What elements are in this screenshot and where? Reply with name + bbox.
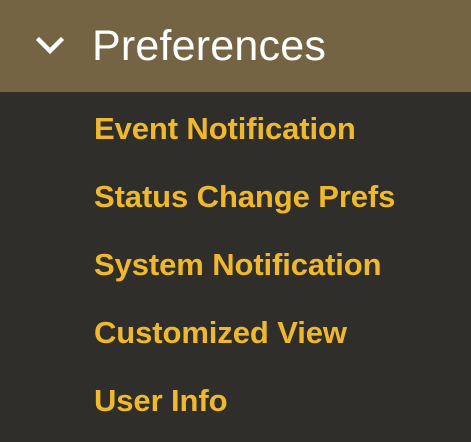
preferences-section-header[interactable]: Preferences (0, 0, 471, 92)
user-info-link[interactable]: User Info (94, 373, 471, 429)
system-notification-link[interactable]: System Notification (94, 237, 471, 293)
preferences-title: Preferences (92, 21, 327, 70)
chevron-down-icon[interactable] (36, 34, 64, 58)
preferences-links-list: Event Notification Status Change Prefs S… (0, 92, 471, 442)
event-notification-link[interactable]: Event Notification (94, 101, 471, 157)
customized-view-link[interactable]: Customized View (94, 305, 471, 361)
preferences-menu-panel: Preferences Event Notification Status Ch… (0, 0, 471, 442)
status-change-prefs-link[interactable]: Status Change Prefs (94, 169, 471, 225)
